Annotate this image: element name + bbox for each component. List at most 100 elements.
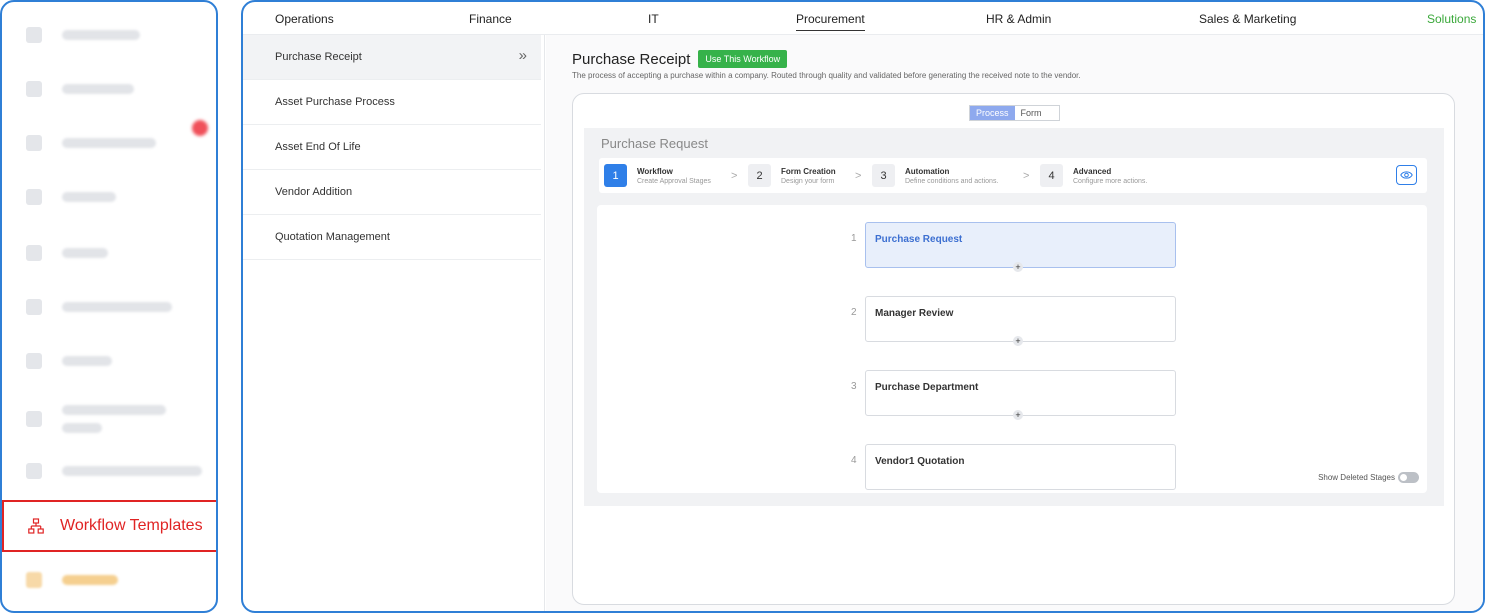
add-stage-button[interactable]: + (1013, 410, 1023, 420)
blurred-label (62, 575, 118, 585)
template-item-asset-end-of-life[interactable]: Asset End Of Life (243, 125, 541, 170)
use-workflow-button[interactable]: Use This Workflow (698, 50, 788, 68)
blurred-label-stack (62, 405, 166, 433)
stage-card[interactable]: Vendor1 Quotation (865, 444, 1176, 490)
sidebar-item-blurred[interactable] (2, 394, 216, 444)
step-title: Automation (905, 166, 950, 176)
step-advanced[interactable]: 4 Advanced Configure more actions. (1040, 164, 1147, 187)
tab-it[interactable]: IT (648, 12, 659, 26)
blurred-label (62, 138, 156, 148)
stage-index: 2 (851, 307, 857, 318)
sidebar-item-blurred[interactable] (2, 64, 216, 114)
blurred-icon (26, 189, 42, 205)
step-title: Advanced (1073, 166, 1112, 176)
blurred-icon (26, 81, 42, 97)
chevron-right-icon: > (855, 170, 862, 182)
blurred-label (62, 423, 102, 433)
template-item-quotation-management[interactable]: Quotation Management (243, 215, 541, 260)
template-item-purchase-receipt[interactable]: Purchase Receipt » (243, 35, 541, 80)
step-number: 1 (604, 164, 627, 187)
step-form-creation[interactable]: 2 Form Creation Design your form (748, 164, 836, 187)
blurred-label (62, 356, 112, 366)
workflow-name: Purchase Request (601, 136, 708, 151)
toggle-process[interactable]: Process (970, 106, 1015, 120)
step-number: 3 (872, 164, 895, 187)
add-stage-button[interactable]: + (1013, 336, 1023, 346)
template-item-label: Asset Purchase Process (275, 96, 395, 108)
tab-procurement[interactable]: Procurement (796, 12, 865, 31)
sidebar-item-blurred[interactable] (2, 10, 216, 60)
notification-badge (192, 120, 208, 136)
step-number: 2 (748, 164, 771, 187)
tab-finance[interactable]: Finance (469, 12, 512, 26)
chevron-right-icon: > (1023, 170, 1030, 182)
step-automation[interactable]: 3 Automation Define conditions and actio… (872, 164, 998, 187)
step-subtitle: Create Approval Stages (637, 177, 711, 185)
page-title: Purchase Receipt (572, 50, 691, 68)
stage-name: Manager Review (875, 308, 954, 319)
step-title: Workflow (637, 166, 673, 176)
tab-solutions[interactable]: Solutions (1427, 12, 1476, 26)
detail-header: Purchase Receipt Use This Workflow (572, 50, 788, 68)
chevron-right-icon: > (731, 170, 738, 182)
stages-canvas: 1 Purchase Request + 2 Manager Review + … (597, 205, 1427, 493)
toggle-form[interactable]: Form (1015, 106, 1048, 120)
step-number: 4 (1040, 164, 1063, 187)
sidebar-item-blurred[interactable] (2, 172, 216, 222)
sidebar-item-blurred[interactable] (2, 282, 216, 332)
blurred-icon (26, 463, 42, 479)
step-subtitle: Configure more actions. (1073, 177, 1148, 185)
template-list: Purchase Receipt » Asset Purchase Proces… (243, 35, 545, 611)
tab-operations[interactable]: Operations (275, 12, 334, 26)
blurred-label (62, 248, 108, 258)
show-deleted-toggle[interactable] (1398, 472, 1419, 483)
blurred-icon (26, 572, 42, 588)
tab-hr-admin[interactable]: HR & Admin (986, 12, 1051, 26)
sidebar-item-workflow-templates[interactable]: Workflow Templates (2, 500, 216, 552)
template-item-asset-purchase-process[interactable]: Asset Purchase Process (243, 80, 541, 125)
template-item-label: Purchase Receipt (275, 51, 362, 63)
sidebar-item-blurred[interactable] (2, 446, 216, 496)
template-item-vendor-addition[interactable]: Vendor Addition (243, 170, 541, 215)
step-subtitle: Define conditions and actions. (905, 177, 999, 185)
sidebar: Workflow Templates (0, 0, 218, 613)
add-stage-button[interactable]: + (1013, 262, 1023, 272)
step-subtitle: Design your form (781, 177, 835, 185)
stage-index: 4 (851, 455, 857, 466)
eye-icon (1400, 171, 1413, 179)
sidebar-item-blurred-support[interactable] (26, 572, 118, 588)
template-item-label: Vendor Addition (275, 186, 353, 198)
template-detail: Purchase Receipt Use This Workflow The p… (546, 35, 1483, 611)
workflow-preview-card: Process Form Purchase Request 1 Workflow… (572, 93, 1455, 605)
show-deleted-label: Show Deleted Stages (1318, 473, 1395, 482)
sidebar-item-blurred[interactable] (2, 336, 216, 386)
stage-name: Purchase Request (875, 234, 963, 245)
workflow-builder: Purchase Request 1 Workflow Create Appro… (584, 128, 1444, 506)
blurred-icon (26, 135, 42, 151)
preview-button[interactable] (1396, 165, 1417, 185)
blurred-label (62, 84, 134, 94)
blurred-label (62, 192, 116, 202)
stage-card[interactable]: Purchase Department + (865, 370, 1176, 420)
blurred-icon (26, 27, 42, 43)
double-chevron-right-icon[interactable]: » (519, 47, 527, 64)
stage-name: Vendor1 Quotation (875, 456, 965, 467)
sitemap-icon (28, 518, 44, 534)
step-workflow[interactable]: 1 Workflow Create Approval Stages (604, 164, 711, 187)
tab-sales-marketing[interactable]: Sales & Marketing (1199, 12, 1296, 26)
sidebar-item-blurred[interactable] (2, 118, 216, 168)
wizard-stepper: 1 Workflow Create Approval Stages > 2 Fo… (599, 158, 1427, 193)
blurred-icon (26, 353, 42, 369)
template-item-label: Asset End Of Life (275, 141, 361, 153)
stage-name: Purchase Department (875, 382, 979, 393)
stage-card[interactable]: Purchase Request + (865, 222, 1176, 272)
stage-card[interactable]: Manager Review + (865, 296, 1176, 346)
sidebar-item-blurred[interactable] (2, 228, 216, 278)
step-title: Form Creation (781, 166, 836, 176)
view-toggle: Process Form (969, 105, 1060, 121)
template-description: The process of accepting a purchase with… (572, 71, 1081, 80)
main-panel: Operations Finance IT Procurement HR & A… (241, 0, 1485, 613)
blurred-icon (26, 411, 42, 427)
stage-index: 1 (851, 233, 857, 244)
blurred-label (62, 466, 202, 476)
